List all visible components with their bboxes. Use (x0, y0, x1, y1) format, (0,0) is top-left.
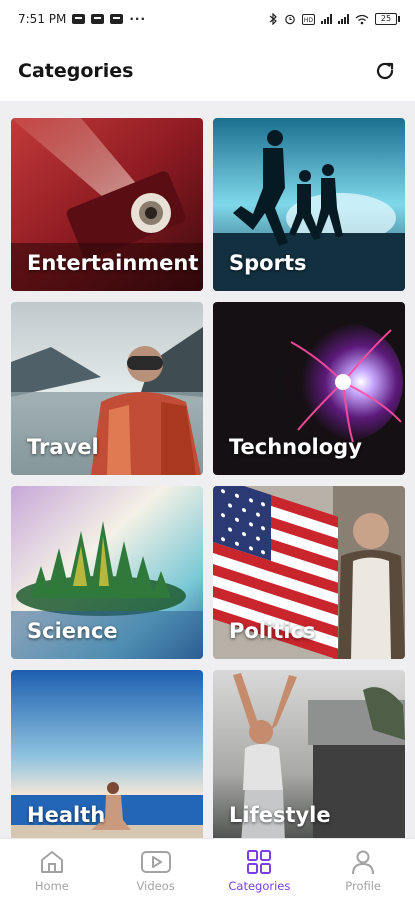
message-notification-icon (110, 14, 124, 24)
user-icon (352, 850, 375, 875)
hd-icon: HD (302, 13, 315, 25)
refresh-button[interactable] (371, 57, 399, 85)
category-card-travel[interactable]: Travel (11, 302, 203, 475)
status-time: 7:51 PM (18, 12, 67, 26)
category-grid-area: Entertainment Sports Travel Technology S… (0, 101, 415, 838)
category-label: Lifestyle (229, 803, 331, 827)
category-label: Politics (229, 619, 316, 643)
wifi-icon (355, 14, 369, 24)
nav-label: Home (34, 879, 69, 893)
page-title: Categories (18, 60, 134, 82)
category-label: Health (27, 803, 106, 827)
refresh-icon (376, 62, 394, 80)
grid-icon (247, 850, 272, 874)
alarm-icon (285, 14, 295, 25)
category-grid: Entertainment Sports Travel Technology S… (11, 118, 405, 838)
bluetooth-icon (269, 13, 277, 25)
status-bar: 7:51 PM ··· HD 25 (0, 0, 415, 38)
more-notifications-icon: ··· (129, 12, 147, 26)
category-label: Entertainment (27, 251, 199, 275)
category-card-politics[interactable]: Politics (213, 486, 405, 659)
category-card-science[interactable]: Science (11, 486, 203, 659)
nav-label: Categories (228, 879, 291, 893)
nav-videos[interactable]: Videos (111, 847, 201, 893)
category-card-entertainment[interactable]: Entertainment (11, 118, 203, 291)
status-left: 7:51 PM ··· (18, 12, 146, 26)
category-card-sports[interactable]: Sports (213, 118, 405, 291)
category-label: Science (27, 619, 118, 643)
header: Categories (0, 46, 415, 96)
nav-label: Profile (345, 879, 381, 893)
signal-icon (321, 14, 332, 24)
message-notification-icon (91, 14, 105, 24)
category-label: Sports (229, 251, 307, 275)
bottom-navigation: Home Videos Categories Profile (0, 838, 415, 900)
category-label: Travel (27, 435, 99, 459)
message-notification-icon (72, 14, 86, 24)
category-card-technology[interactable]: Technology (213, 302, 405, 475)
category-label: Technology (229, 435, 362, 459)
status-right: HD 25 (269, 13, 400, 25)
nav-profile[interactable]: Profile (318, 847, 408, 893)
svg-text:HD: HD (304, 17, 314, 24)
home-icon (40, 851, 63, 873)
nav-home[interactable]: Home (7, 847, 97, 893)
nav-label: Videos (136, 879, 175, 893)
signal-icon (338, 14, 349, 24)
video-icon (140, 851, 171, 873)
category-card-lifestyle[interactable]: Lifestyle (213, 670, 405, 838)
battery-icon: 25 (375, 13, 400, 25)
category-card-health[interactable]: Health (11, 670, 203, 838)
nav-categories[interactable]: Categories (214, 847, 304, 893)
